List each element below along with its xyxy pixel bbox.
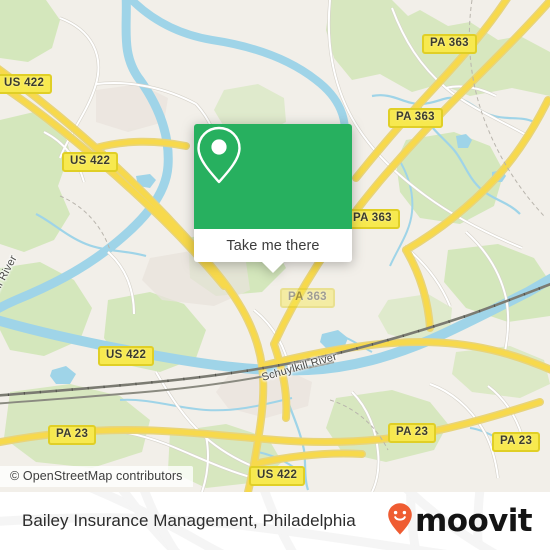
road-shield-us422-southwest[interactable]: US 422 xyxy=(98,346,155,366)
map-canvas[interactable]: Schuylkill River ylkill River PA 363 PA … xyxy=(0,0,550,492)
place-title: Bailey Insurance Management, Philadelphi… xyxy=(22,511,356,530)
road-shield-pa23-west[interactable]: PA 23 xyxy=(48,425,97,445)
road-shield-pa363-lower[interactable]: PA 363 xyxy=(280,288,335,308)
map-screenshot: Schuylkill River ylkill River PA 363 PA … xyxy=(0,0,550,550)
road-shield-us422-northwest[interactable]: US 422 xyxy=(0,74,53,94)
road-shield-us422-west[interactable]: US 422 xyxy=(62,152,119,172)
moovit-wordmark: moovit xyxy=(415,502,533,539)
popup-action-bar[interactable]: Take me there xyxy=(194,229,352,273)
map-attribution[interactable]: © OpenStreetMap contributors xyxy=(0,466,193,487)
road-shield-pa23-east[interactable]: PA 23 xyxy=(388,423,437,443)
moovit-logo[interactable]: moovit xyxy=(387,502,533,541)
moovit-smiley-pin-icon xyxy=(387,502,413,541)
road-shield-pa363-upper[interactable]: PA 363 xyxy=(388,108,443,128)
popup-pin-area xyxy=(194,124,352,229)
road-shield-pa363-mid[interactable]: PA 363 xyxy=(345,209,400,229)
footer-content: Bailey Insurance Management, Philadelphi… xyxy=(0,492,550,550)
take-me-there-button[interactable]: Take me there xyxy=(226,238,319,254)
road-shield-us422-south[interactable]: US 422 xyxy=(249,466,306,486)
road-shield-pa363-north[interactable]: PA 363 xyxy=(422,34,477,54)
popup-tail-arrow xyxy=(262,262,284,273)
road-shield-pa23-far-east[interactable]: PA 23 xyxy=(492,432,541,452)
footer-bar: Bailey Insurance Management, Philadelphi… xyxy=(0,492,550,550)
map-popup-callout[interactable]: Take me there xyxy=(194,124,352,273)
